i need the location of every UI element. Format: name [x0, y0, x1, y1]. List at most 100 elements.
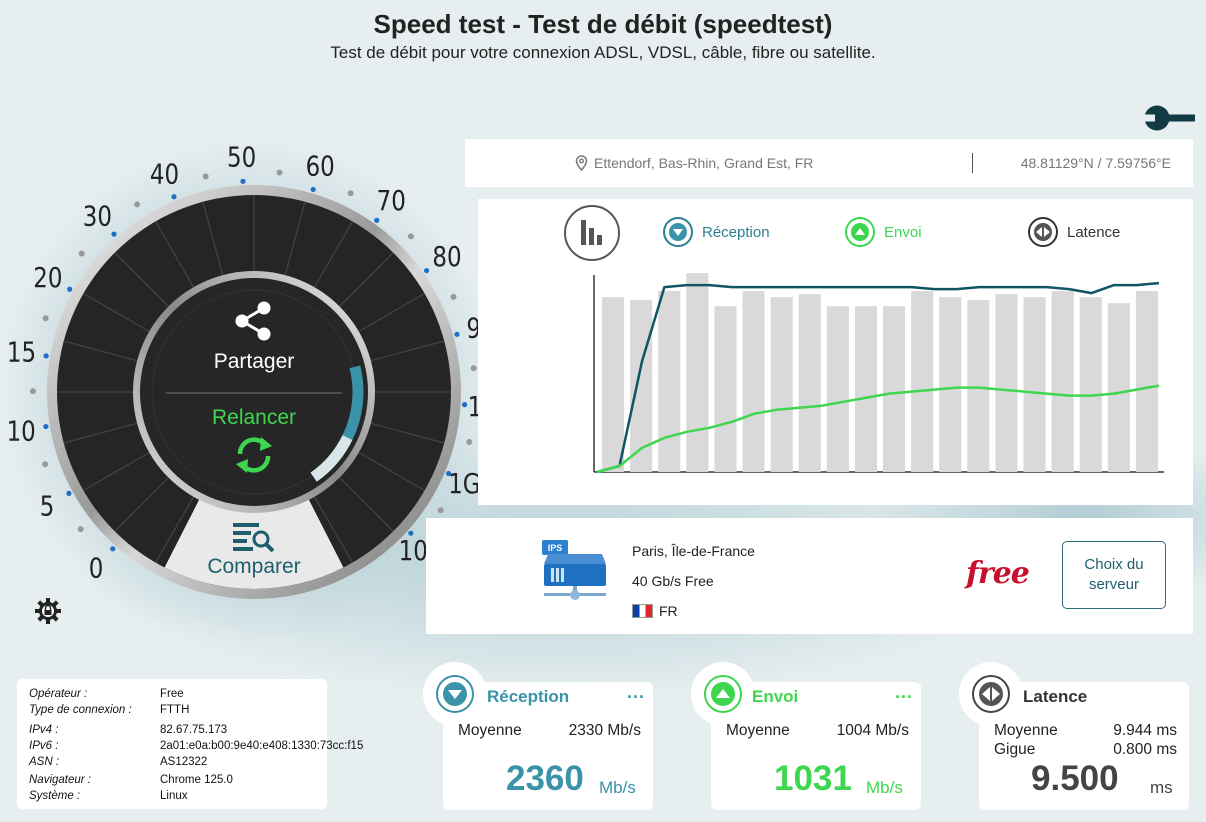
coordinates: 48.81129°N / 7.59756°E [1020, 155, 1171, 171]
reception-average: Moyenne 2330 Mb/s [458, 722, 641, 740]
gauge-tick-label: 10 [7, 416, 36, 449]
info-value: 82.67.75.173 [160, 724, 228, 736]
chart-panel: Réception Envoi Latence [478, 199, 1193, 505]
free-logo: free [966, 556, 1030, 591]
reception-badge [423, 662, 487, 726]
chart-bar [1051, 291, 1074, 472]
info-value: Chrome 125.0 [160, 774, 233, 786]
location-text: Ettendorf, Bas-Rhin, Grand Est, FR [594, 155, 814, 171]
info-key: Système : [29, 790, 81, 802]
gauge-minor-tick [134, 201, 141, 208]
latency-jitter-value: 0.800 ms [1113, 741, 1177, 758]
upload-more-button[interactable]: ... [895, 682, 913, 703]
share-button[interactable]: Partager [194, 296, 314, 378]
chart-bar [798, 294, 821, 472]
latency-card: Latence Moyenne 9.944 ms Gigue 0.800 ms … [959, 662, 1189, 810]
upload-badge [691, 662, 755, 726]
chart-bar [742, 291, 765, 472]
gauge-tick-label: 30 [83, 200, 112, 233]
gauge-major-tick [374, 217, 380, 223]
gauge-tick-label: 5 [40, 490, 55, 523]
gauge-major-tick [43, 353, 49, 359]
up-arrow-icon [704, 675, 742, 713]
speed-chart [593, 273, 1164, 474]
upload-value: 1031 [774, 759, 852, 798]
upload-title: Envoi [752, 687, 799, 706]
gauge-minor-tick [77, 526, 84, 533]
server-city: Paris, Île-de-France [632, 543, 755, 559]
chart-bar [995, 294, 1018, 472]
chart-bar [1079, 297, 1102, 472]
location-bar: Ettendorf, Bas-Rhin, Grand Est, FR 48.81… [465, 139, 1193, 187]
gauge-major-tick [67, 286, 73, 292]
gauge-tick-label: 60 [306, 150, 335, 183]
gauge-minor-tick [42, 315, 49, 322]
gauge-minor-tick [437, 507, 444, 514]
choose-server-button[interactable]: Choix du serveur [1062, 541, 1166, 609]
info-key: IPv6 : [29, 740, 59, 752]
info-value: AS12322 [160, 756, 208, 768]
info-value: FTTH [160, 704, 190, 716]
upload-average-value: 1004 Mb/s [836, 722, 909, 739]
restart-button[interactable]: Relancer [194, 406, 314, 482]
chart-bar [602, 297, 625, 472]
server-panel: IPS Paris, Île-de-France 40 Gb/s Free FR… [426, 518, 1193, 634]
server-provider: 40 Gb/s Free [632, 573, 714, 589]
gauge-minor-tick [276, 169, 283, 176]
upload-unit: Mb/s [866, 778, 903, 797]
gauge-minor-tick [42, 461, 49, 468]
server-country: FR [632, 596, 755, 626]
info-row-ipv6: IPv6 : 2a01:e0a:b00:9e40:e408:1330:73cc:f… [29, 740, 371, 752]
location: Ettendorf, Bas-Rhin, Grand Est, FR [575, 155, 813, 171]
info-row-ipv4: IPv4 : 82.67.75.173 [29, 724, 227, 736]
reception-more-button[interactable]: ... [627, 682, 645, 703]
info-value: Linux [160, 790, 188, 802]
gauge-tick-label: 80 [432, 241, 461, 274]
upload-average: Moyenne 1004 Mb/s [726, 722, 909, 740]
divider [972, 153, 973, 173]
info-key: ASN : [29, 756, 60, 768]
info-key: Navigateur : [29, 774, 92, 786]
gauge-tick-label: 20 [33, 262, 62, 295]
gauge-minor-tick [466, 438, 473, 445]
reception-value: 2360 [506, 759, 584, 798]
gauge-major-tick [110, 546, 116, 552]
reception-unit: Mb/s [599, 778, 636, 797]
gauge-minor-tick [78, 250, 85, 257]
compare-button[interactable]: Comparer [184, 515, 324, 585]
server-country-code: FR [659, 603, 678, 619]
page-title: Speed test - Test de débit (speedtest) [373, 9, 833, 39]
gauge-minor-tick [407, 233, 414, 240]
gear-lock-icon[interactable] [34, 597, 62, 625]
gauge-major-tick [43, 423, 49, 430]
share-icon [235, 301, 271, 341]
choose-server-label-2: serveur [1088, 576, 1139, 593]
gauge-tick-label: 50 [227, 141, 256, 174]
server-icon: IPS [542, 540, 606, 600]
chart-bar [1135, 291, 1158, 472]
gauge-tick-label: 70 [377, 185, 406, 218]
chart-bar [883, 306, 906, 472]
info-key: IPv4 : [29, 724, 59, 736]
gauge-tick-label: 40 [150, 158, 179, 191]
latency-value: 9.500 [1031, 759, 1119, 798]
server-icon-label: IPS [548, 543, 563, 553]
gauge-minor-tick [347, 190, 354, 197]
gauge-major-tick [462, 402, 468, 408]
gauge-major-tick [171, 194, 177, 200]
reception-title: Réception [487, 687, 570, 706]
choose-server-label-1: Choix du [1084, 556, 1144, 573]
latency-average-value: 9.944 ms [1113, 722, 1177, 739]
gauge-minor-tick [30, 388, 37, 395]
wrench-icon[interactable] [1143, 104, 1195, 132]
reception-average-value: 2330 Mb/s [568, 722, 641, 739]
chart-line-upload [596, 384, 1160, 474]
gauge-tick-label: 15 [7, 336, 36, 369]
gauge-minor-tick [450, 293, 457, 300]
info-row-type: Type de connexion : FTTH [29, 704, 189, 716]
restart-label: Relancer [211, 406, 297, 429]
chart-bar [967, 300, 990, 472]
chart-bar [939, 297, 962, 472]
compare-icon [233, 523, 275, 553]
chart-bar [1023, 297, 1046, 472]
